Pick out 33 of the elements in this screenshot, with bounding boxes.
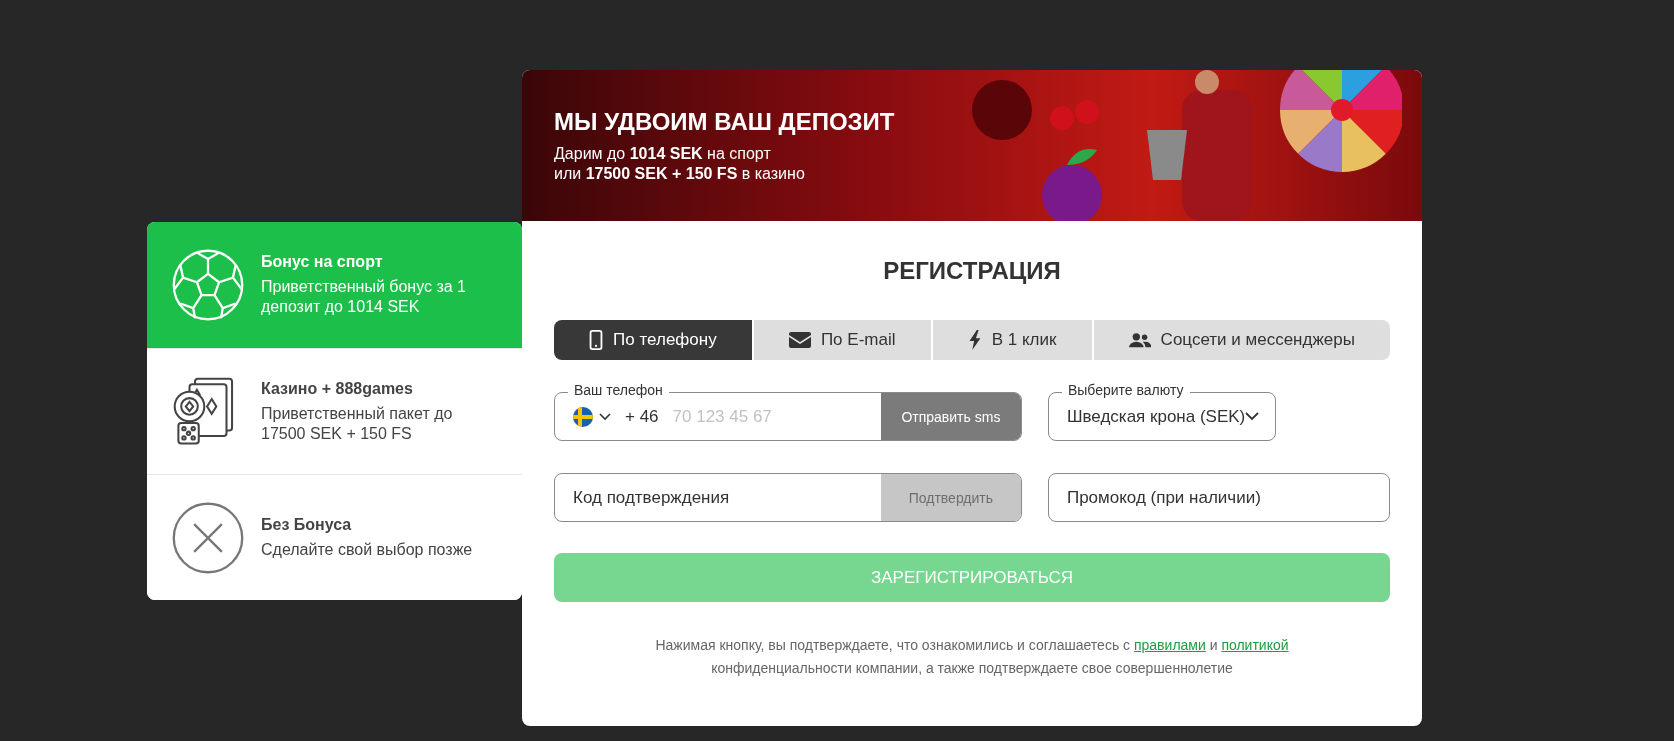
banner-text: или 17500 SEK + 150 FS в казино (554, 163, 806, 184)
bonus-title: Без Бонуса (261, 515, 353, 534)
country-code: + 46 (625, 406, 659, 427)
envelope-icon (788, 332, 811, 348)
registration-tab[interactable]: Соцсети и мессенджеры (1093, 320, 1390, 360)
promo-code-field[interactable]: Промокод (при наличии) (1047, 473, 1390, 522)
chevron-down-icon[interactable] (599, 412, 611, 421)
field-label: Выберите валюту (1061, 382, 1190, 398)
bonus-description: Сделайте свой выбор позже (261, 539, 473, 560)
sweden-flag-icon[interactable] (573, 406, 593, 427)
policy-link[interactable]: политикой (1221, 637, 1289, 653)
consent-text: Нажимая кнопку, вы подтверждаете, что ознакомились и соглашаетесь с правилами и политикой конфиденциальности компании, а также подтверждаете свое совершеннолетие (654, 636, 1290, 678)
rules-link[interactable]: правилами (1133, 637, 1206, 653)
registration-tab[interactable]: По E-mail (753, 320, 931, 360)
bonus-description: Приветственный пакет до 17500 SEK + 150 FS (261, 403, 454, 444)
send-sms-button[interactable]: Отправить sms (880, 393, 1021, 440)
currency-value: Шведская крона (SEK) (1066, 406, 1246, 427)
bonus-title: Бонус на спорт (261, 253, 384, 271)
banner-title: МЫ УДВОИМ ВАШ ДЕПОЗИТ (554, 107, 896, 136)
soccer-ball-icon (171, 248, 245, 322)
users-icon (1128, 332, 1151, 348)
field-label: Ваш телефон (568, 382, 669, 398)
bonus-description: Приветственный бонус за 1 депозит до 1014 SEK (261, 277, 467, 317)
bonus-option[interactable]: Без Бонуса Сделайте свой выбор позже (147, 474, 522, 600)
smartphone-icon (589, 330, 604, 350)
registration-tab[interactable]: По телефону (554, 320, 752, 360)
registration-tab[interactable]: В 1 клик (932, 320, 1092, 360)
close-circle-icon (171, 500, 245, 575)
lightning-icon (967, 330, 982, 350)
chevron-down-icon (1245, 412, 1260, 421)
form-title: РЕГИСТРАЦИЯ (882, 257, 1062, 285)
banner-text: Дарим до 1014 SEK на спорт (554, 143, 772, 164)
bonus-title: Казино + 888games (261, 379, 414, 398)
